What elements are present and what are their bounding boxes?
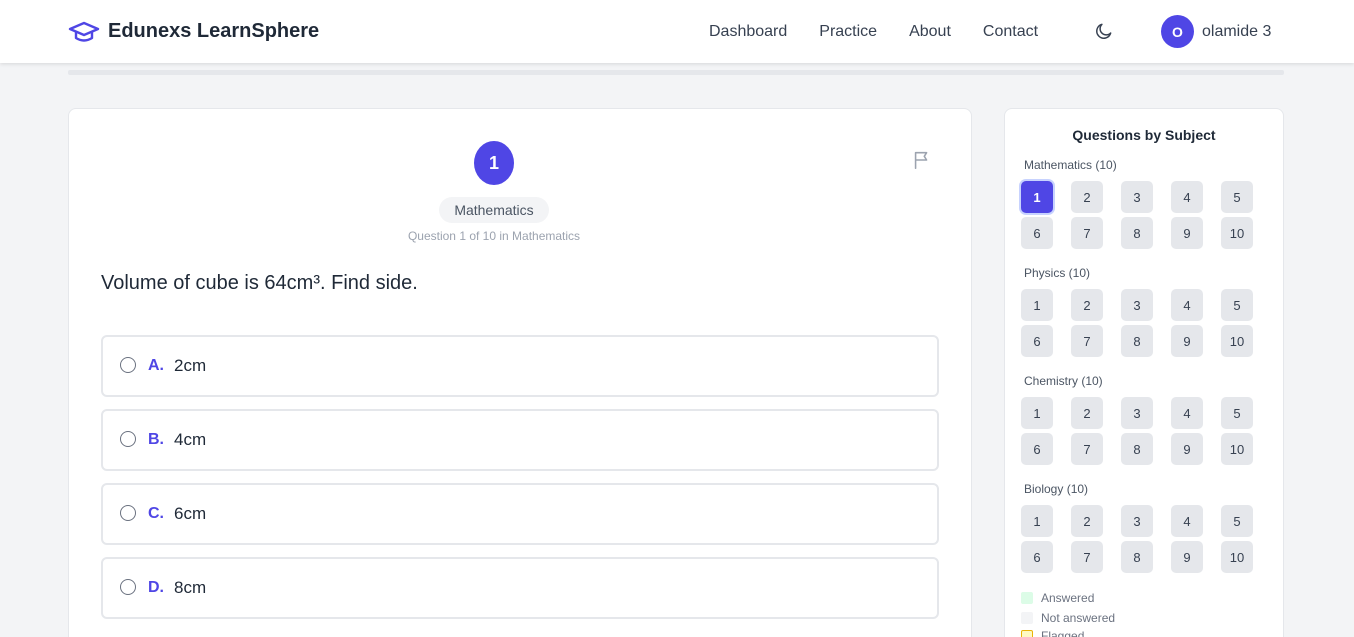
sidebar-title: Questions by Subject [1072,127,1216,143]
question-nav-button[interactable]: 10 [1221,325,1253,357]
moon-icon[interactable] [1094,21,1114,41]
question-nav-button[interactable]: 9 [1171,217,1203,249]
question-nav-button[interactable]: 7 [1071,541,1103,573]
question-nav-button[interactable]: 1 [1021,181,1053,213]
question-nav-button[interactable]: 9 [1171,433,1203,465]
legend-label: Answered [1041,591,1095,605]
question-nav-button[interactable]: 2 [1071,397,1103,429]
question-grid-biology: 1 2 3 4 5 6 7 8 9 10 [1021,505,1253,573]
question-nav-button[interactable]: 3 [1121,289,1153,321]
legend-not-answered: Not answered [1021,611,1115,625]
question-nav-button[interactable]: 6 [1021,217,1053,249]
user-menu[interactable]: O olamide 3 [1161,15,1271,48]
question-nav-button[interactable]: 7 [1071,217,1103,249]
question-nav-button[interactable]: 3 [1121,397,1153,429]
subject-label-chemistry: Chemistry (10) [1024,374,1103,388]
radio-b[interactable] [120,431,136,447]
nav-link-practice[interactable]: Practice [819,23,877,41]
question-nav-button[interactable]: 4 [1171,181,1203,213]
question-nav-button[interactable]: 7 [1071,433,1103,465]
question-nav-button[interactable]: 6 [1021,325,1053,357]
brand[interactable]: Edunexs LearnSphere [68,0,319,63]
question-nav-button[interactable]: 6 [1021,541,1053,573]
question-nav-button[interactable]: 1 [1021,397,1053,429]
question-nav-button[interactable]: 8 [1121,541,1153,573]
question-card: 1 Mathematics Question 1 of 10 in Mathem… [68,108,972,637]
legend-label: Not answered [1041,611,1116,625]
question-nav-button[interactable]: 8 [1121,325,1153,357]
question-nav-button[interactable]: 4 [1171,289,1203,321]
navbar: Edunexs LearnSphere Dashboard Practice A… [0,0,1354,63]
question-nav-button[interactable]: 5 [1221,181,1253,213]
nav-link-about[interactable]: About [909,23,951,41]
option-letter: B. [148,431,164,448]
avatar: O [1161,15,1194,48]
subject-label-physics: Physics (10) [1024,266,1091,280]
question-grid-mathematics: 1 2 3 4 5 6 7 8 9 10 [1021,181,1253,249]
question-nav-button[interactable]: 5 [1221,289,1253,321]
radio-d[interactable] [120,579,136,595]
option-letter: C. [148,505,164,522]
option-letter: A. [148,357,164,374]
question-nav-button[interactable]: 10 [1221,541,1253,573]
legend-answered: Answered [1021,591,1094,605]
question-nav-button[interactable]: 9 [1171,541,1203,573]
progress-bar [68,70,1284,75]
question-nav-button[interactable]: 2 [1071,289,1103,321]
question-nav-button[interactable]: 10 [1221,433,1253,465]
option-text: 6cm [174,504,207,523]
flag-icon[interactable] [911,149,933,171]
question-nav-button[interactable]: 8 [1121,217,1153,249]
option-letter: D. [148,579,164,596]
question-nav-button[interactable]: 4 [1171,397,1203,429]
legend-flagged: Flagged [1021,629,1084,637]
legend-label: Flagged [1041,629,1085,637]
question-nav-button[interactable]: 3 [1121,181,1153,213]
question-nav-button[interactable]: 6 [1021,433,1053,465]
user-name: olamide 3 [1202,22,1272,40]
nav-link-dashboard[interactable]: Dashboard [709,23,787,41]
question-number-badge: 1 [474,141,514,185]
question-nav-button[interactable]: 9 [1171,325,1203,357]
flag-icon [1021,630,1033,637]
subject-label-biology: Biology (10) [1024,482,1089,496]
question-nav-button[interactable]: 2 [1071,181,1103,213]
brand-name: Edunexs LearnSphere [108,20,320,42]
option-text: 4cm [174,430,207,449]
question-nav-button[interactable]: 10 [1221,217,1253,249]
question-progress-text: Question 1 of 10 in Mathematics [407,229,581,243]
question-nav-button[interactable]: 4 [1171,505,1203,537]
question-nav-button[interactable]: 5 [1221,505,1253,537]
subject-badge: Mathematics [439,197,549,223]
question-grid-physics: 1 2 3 4 5 6 7 8 9 10 [1021,289,1253,357]
nav-links: Dashboard Practice About Contact [709,0,1070,63]
question-navigator: Questions by Subject Mathematics (10) 12… [1004,108,1284,637]
option-d[interactable]: D. 8cm [101,557,939,619]
question-nav-button[interactable]: 3 [1121,505,1153,537]
subject-label-mathematics: Mathematics (10) [1024,158,1117,172]
question-nav-button[interactable]: 8 [1121,433,1153,465]
question-nav-button[interactable]: 7 [1071,325,1103,357]
question-text: Volume of cube is 64cm³. Find side. [101,272,418,294]
option-a[interactable]: A. 2cm [101,335,939,397]
question-nav-button[interactable]: 1 [1021,289,1053,321]
graduation-cap-icon [68,20,100,44]
legend-swatch [1021,612,1033,624]
question-nav-button[interactable]: 5 [1221,397,1253,429]
question-nav-button[interactable]: 2 [1071,505,1103,537]
legend-swatch [1021,592,1033,604]
question-grid-chemistry: 1 2 3 4 5 6 7 8 9 10 [1021,397,1253,465]
radio-c[interactable] [120,505,136,521]
nav-link-contact[interactable]: Contact [983,23,1038,41]
radio-a[interactable] [120,357,136,373]
option-c[interactable]: C. 6cm [101,483,939,545]
option-text: 2cm [174,356,207,375]
option-text: 8cm [174,578,207,597]
question-nav-button[interactable]: 1 [1021,505,1053,537]
option-b[interactable]: B. 4cm [101,409,939,471]
